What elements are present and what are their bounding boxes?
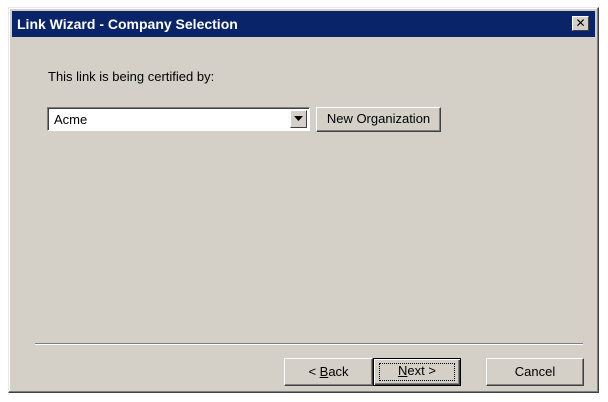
wizard-dialog: Link Wizard - Company Selection ✕ This l…: [8, 7, 599, 393]
close-icon: ✕: [575, 16, 586, 30]
certified-by-label: This link is being certified by:: [48, 69, 215, 84]
title-bar[interactable]: Link Wizard - Company Selection ✕: [12, 11, 595, 37]
back-button-prefix: <: [308, 364, 320, 379]
window-title: Link Wizard - Company Selection: [17, 16, 238, 32]
cancel-button[interactable]: Cancel: [486, 358, 584, 386]
chevron-down-icon: [294, 116, 303, 121]
dropdown-button[interactable]: [290, 110, 307, 128]
next-button[interactable]: Next >: [373, 358, 461, 386]
back-button[interactable]: < Back: [284, 358, 373, 386]
focus-rectangle: [379, 363, 455, 381]
new-organization-button[interactable]: New Organization: [316, 107, 441, 132]
footer-separator: [35, 343, 583, 345]
close-button[interactable]: ✕: [572, 16, 589, 31]
company-select-value: Acme: [54, 112, 88, 127]
back-button-rest: ack: [328, 364, 349, 379]
company-select[interactable]: Acme: [47, 107, 310, 131]
